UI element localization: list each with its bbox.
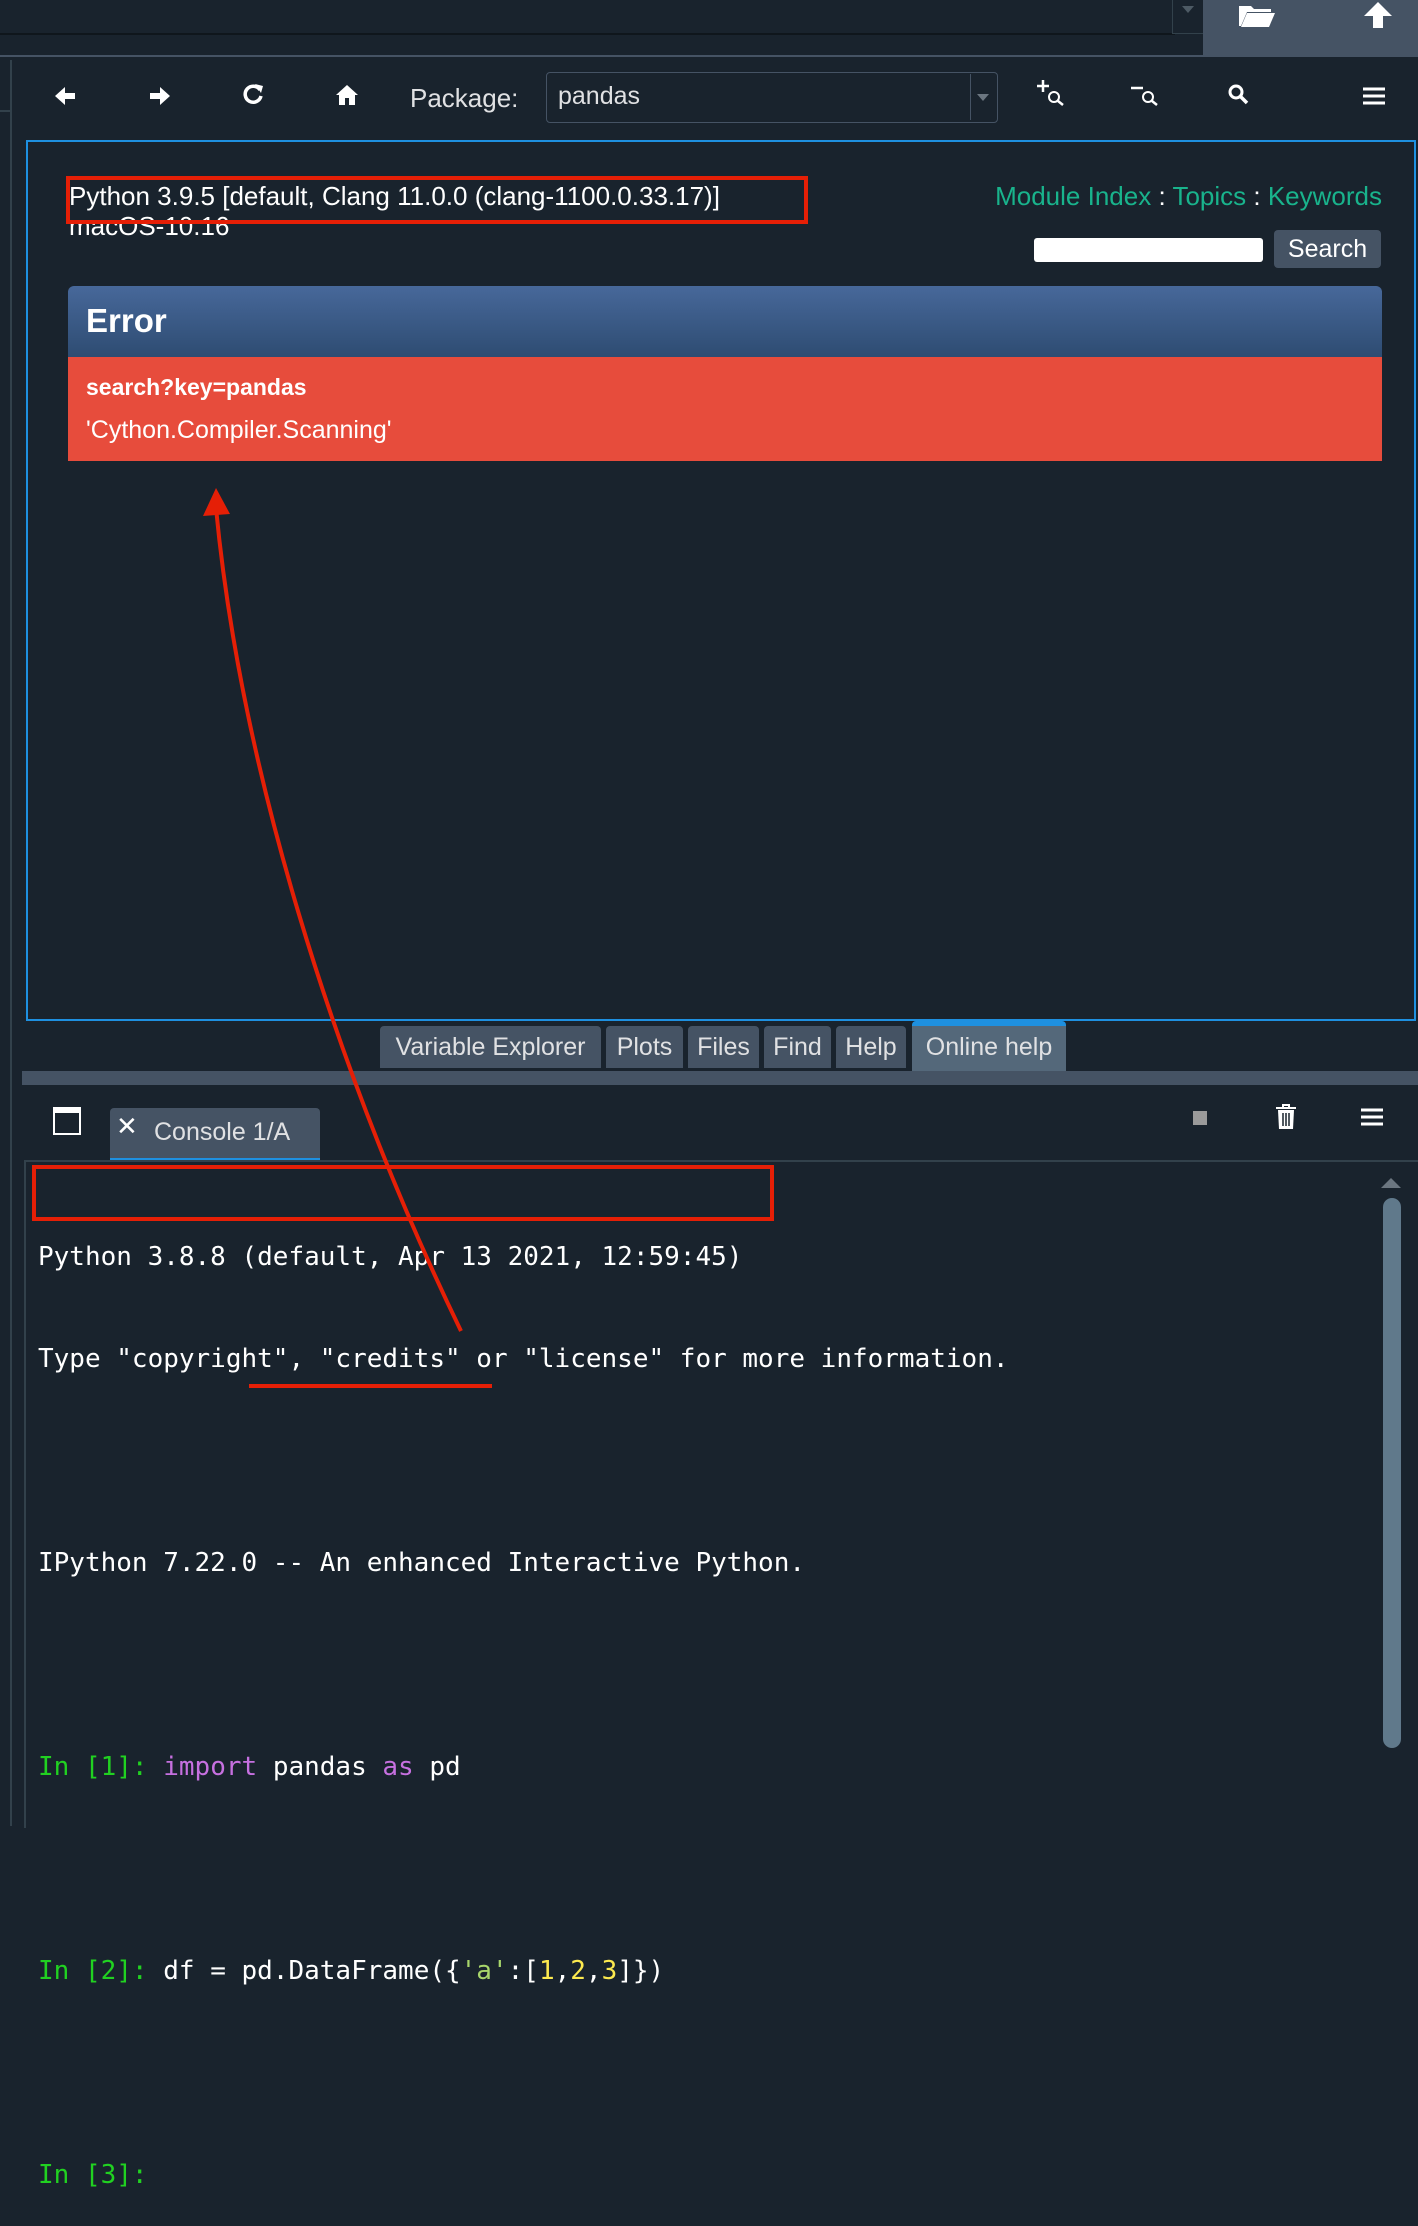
- trash-icon[interactable]: [1275, 1104, 1297, 1137]
- help-webview: [26, 140, 1416, 1021]
- scrollbar-thumb[interactable]: [1383, 1198, 1401, 1748]
- home-icon[interactable]: [325, 75, 369, 121]
- keywords-link[interactable]: Keywords: [1268, 181, 1382, 211]
- menu-icon[interactable]: [1352, 75, 1396, 121]
- upload-icon[interactable]: [1354, 2, 1402, 30]
- link-separator: :: [1158, 181, 1166, 211]
- pane-separator: [22, 1071, 1418, 1085]
- console-line: In [3]:: [38, 2158, 1009, 2192]
- code: df = pd.DataFrame({: [163, 1956, 461, 1986]
- window-icon[interactable]: [53, 1107, 81, 1135]
- left-edge-tick: [0, 110, 10, 112]
- annotation-underline: [249, 1384, 492, 1388]
- zoom-out-icon[interactable]: [1122, 75, 1166, 121]
- tab-find[interactable]: Find: [764, 1026, 831, 1068]
- chevron-down-icon[interactable]: [977, 94, 989, 101]
- string-literal: 'a': [460, 1956, 508, 1986]
- code: ,: [554, 1956, 571, 1986]
- error-key: search?key=pandas: [86, 374, 307, 400]
- tab-files[interactable]: Files: [688, 1026, 759, 1068]
- tab-plots[interactable]: Plots: [606, 1026, 683, 1068]
- folder-open-icon[interactable]: [1233, 2, 1281, 30]
- top-divider: [0, 33, 1175, 35]
- input-prompt: In [3]:: [38, 2160, 148, 2190]
- package-label: Package:: [410, 83, 519, 113]
- tab-online-help[interactable]: Online help: [912, 1021, 1066, 1073]
- keyword: import: [163, 1752, 258, 1782]
- top-dropdown[interactable]: [1172, 0, 1204, 34]
- input-prompt: In [1]:: [38, 1752, 148, 1782]
- annotation-box-console-version: [32, 1165, 774, 1221]
- find-icon[interactable]: [1216, 75, 1260, 121]
- module-name: pandas: [272, 1752, 367, 1782]
- number-literal: 1: [538, 1956, 555, 1986]
- input-prompt: In [2]:: [38, 1956, 148, 1986]
- chevron-down-icon: [1182, 6, 1194, 13]
- tab-help[interactable]: Help: [836, 1026, 906, 1068]
- code: ]}): [617, 1956, 665, 1986]
- help-links: Module Index : Topics : Keywords: [995, 181, 1382, 212]
- menu-icon[interactable]: [1360, 1104, 1384, 1134]
- error-message: 'Cython.Compiler.Scanning': [86, 416, 392, 444]
- topics-link[interactable]: Topics: [1172, 181, 1246, 211]
- console-text[interactable]: Python 3.8.8 (default, Apr 13 2021, 12:5…: [38, 1172, 1009, 2226]
- scroll-up-arrow[interactable]: [1381, 1178, 1401, 1188]
- console-line: In [2]: df = pd.DataFrame({'a':[1,2,3]}): [38, 1954, 1009, 1988]
- module-index-link[interactable]: Module Index: [995, 181, 1151, 211]
- stop-icon[interactable]: [1193, 1111, 1207, 1125]
- console-line: Python 3.8.8 (default, Apr 13 2021, 12:5…: [38, 1242, 743, 1272]
- alias: pd: [429, 1752, 461, 1782]
- code: :[: [507, 1956, 539, 1986]
- reload-icon[interactable]: [231, 75, 275, 121]
- package-value[interactable]: pandas: [558, 82, 640, 111]
- keyword: as: [382, 1752, 414, 1782]
- console-line: In [1]: import pandas as pd: [38, 1750, 1009, 1784]
- error-body: [68, 357, 1382, 461]
- forward-arrow-icon[interactable]: [137, 75, 181, 121]
- tab-variable-explorer[interactable]: Variable Explorer: [380, 1026, 601, 1068]
- error-title: Error: [86, 302, 167, 339]
- annotation-box-help-version: [66, 176, 808, 224]
- error-header: [68, 286, 1382, 357]
- close-icon[interactable]: ✕: [116, 1112, 138, 1142]
- combobox-divider: [970, 74, 971, 120]
- number-literal: 2: [570, 1956, 586, 1986]
- help-search-input[interactable]: [1034, 238, 1263, 262]
- number-literal: 3: [601, 1956, 618, 1986]
- link-separator: :: [1253, 181, 1261, 211]
- console-line: IPython 7.22.0 -- An enhanced Interactiv…: [38, 1548, 806, 1578]
- back-arrow-icon[interactable]: [44, 75, 88, 121]
- code: ,: [585, 1956, 602, 1986]
- console-tab-label[interactable]: Console 1/A: [154, 1118, 290, 1147]
- console-line: Type "copyright", "credits" or "license"…: [38, 1344, 1009, 1374]
- left-edge-line: [10, 60, 12, 1826]
- zoom-in-icon[interactable]: [1028, 75, 1072, 121]
- help-search-button[interactable]: Search: [1274, 230, 1381, 268]
